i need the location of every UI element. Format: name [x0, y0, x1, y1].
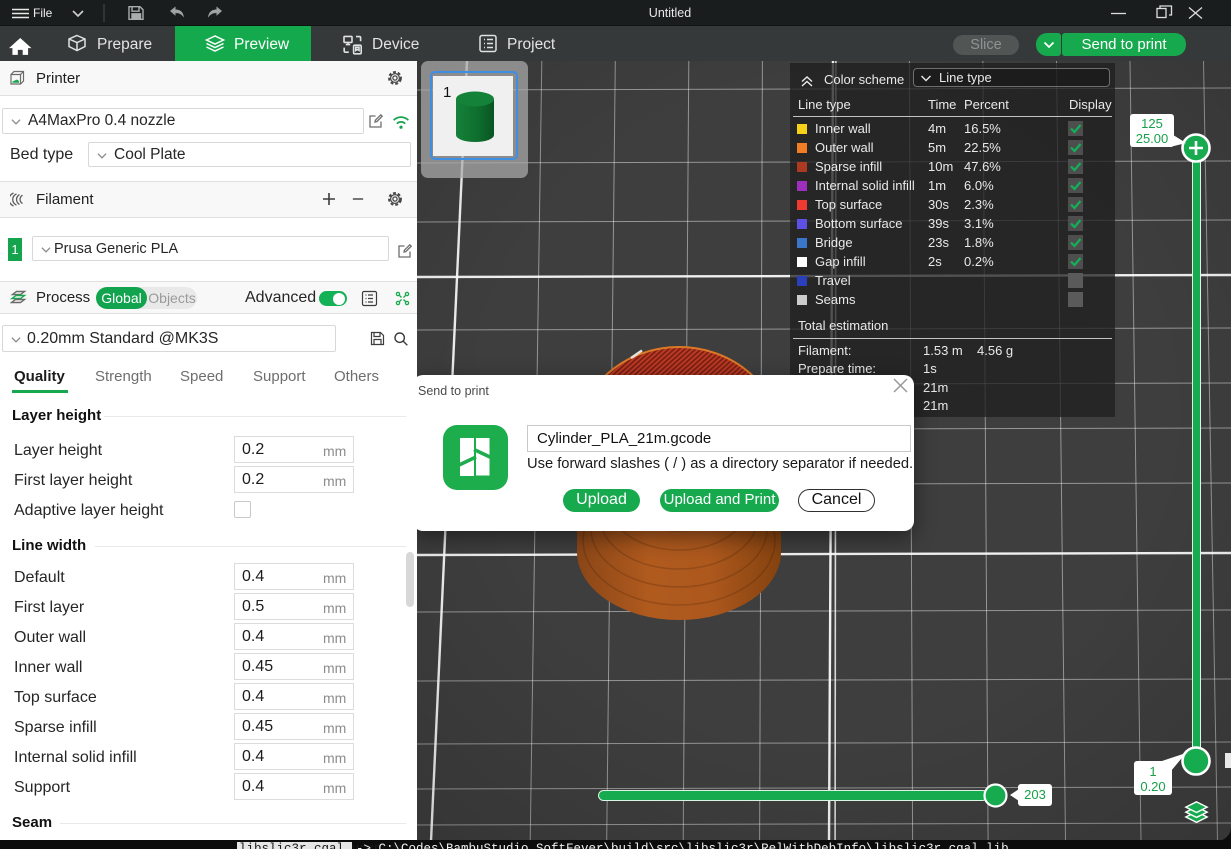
svg-text:File: File	[33, 6, 53, 20]
